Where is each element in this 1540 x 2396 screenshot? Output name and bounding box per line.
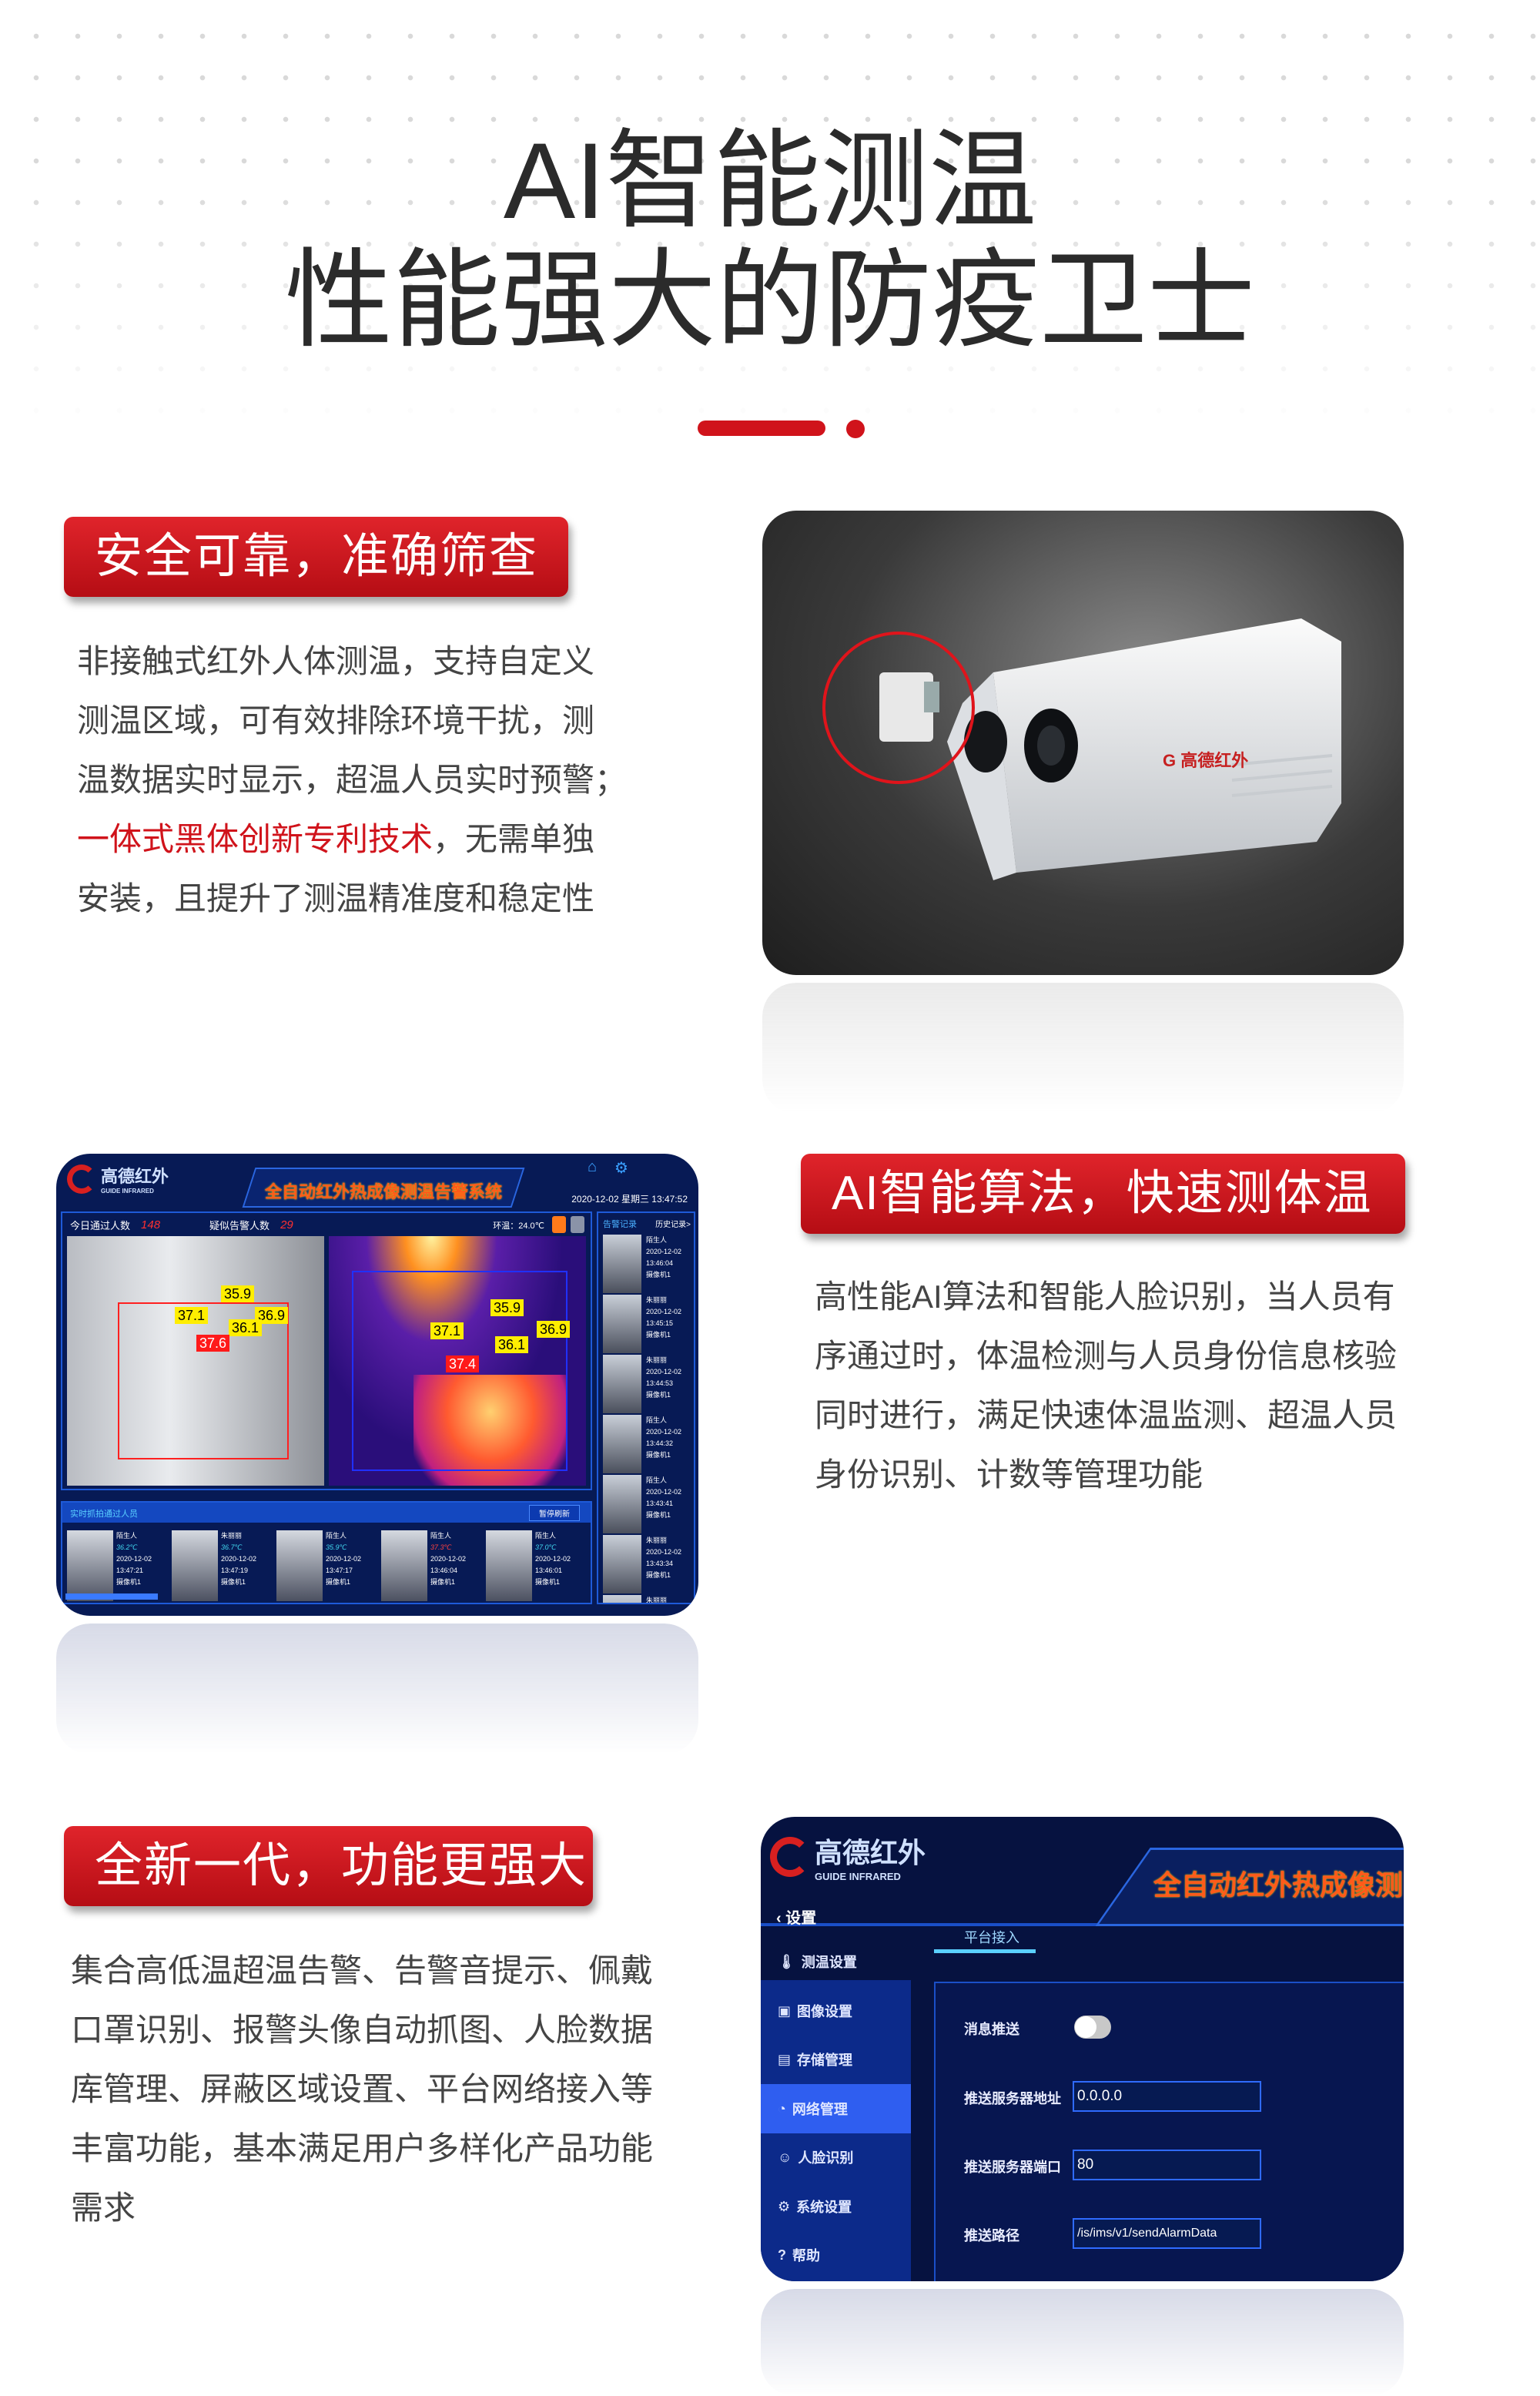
record-item[interactable]: 陌生人 2020-12-02 13:43:41 摄像机1 <box>603 1475 692 1533</box>
chevron-left-icon: ‹ <box>776 1910 786 1927</box>
decor-dot <box>846 420 865 438</box>
thermal-camera-feed: 35.9 37.1 36.9 36.1 37.4 <box>329 1236 586 1486</box>
push-label: 消息推送 <box>964 2022 1019 2037</box>
menu-item-network[interactable]: ◔ 网络管理 <box>761 2084 911 2133</box>
hero-title-line1: AI智能测温 <box>503 120 1037 241</box>
text-line: 温数据实时显示，超温人员实时预警； <box>77 762 628 798</box>
capture-item[interactable]: 陌生人 35.9℃ 2020-12-02 13:47:17 摄像机1 <box>276 1530 378 1601</box>
capture-title: 实时抓拍通过人员 <box>70 1510 138 1519</box>
capture-item[interactable]: 陌生人 37.3℃ 2020-12-02 13:46:04 摄像机1 <box>381 1530 483 1601</box>
text-line: 口罩识别、报警头像自动抓图、人脸数据 <box>71 2012 654 2048</box>
camera-logo: G 高德红外 <box>1163 751 1248 770</box>
capture-item[interactable]: 陌生人 36.2℃ 2020-12-02 13:47:21 摄像机1 <box>67 1530 169 1601</box>
server-port-label: 推送服务器端口 <box>964 2160 1061 2175</box>
menu-item-system[interactable]: ⚙ 系统设置 <box>761 2182 911 2231</box>
datetime: 2020-12-02 星期三 13:47:52 <box>571 1194 688 1205</box>
text-line: 安装，且提升了测温精准度和稳定性 <box>77 880 595 917</box>
capture-item[interactable]: 陌生人 37.0℃ 2020-12-02 13:46:01 摄像机1 <box>486 1530 588 1601</box>
capture-item[interactable]: 朱丽丽 36.7℃ 2020-12-02 13:47:19 摄像机1 <box>172 1530 273 1601</box>
camera-illustration: G 高德红外 <box>822 618 1341 880</box>
menu-item-help[interactable]: ? 帮助 <box>761 2230 911 2280</box>
live-panel: 今日通过人数 148 疑似告警人数 29 环温：24.0℃ 35.9 37.1 36… <box>61 1211 592 1490</box>
visible-camera-feed: 35.9 37.1 36.9 36.1 37.6 <box>67 1236 324 1486</box>
thermometer-icon: 🌡 <box>778 1953 795 1969</box>
storage-icon: ▤ <box>778 2051 792 2067</box>
menu-item-storage[interactable]: ▤ 存储管理 <box>761 2035 911 2084</box>
settings-reflection <box>761 2289 1404 2396</box>
stats-row: 今日通过人数 148 疑似告警人数 29 <box>70 1218 293 1232</box>
push-path-label: 推送路径 <box>964 2228 1019 2244</box>
thermal-dashboard-screenshot: 高德红外 GUIDE INFRARED 全自动红外热成像测温告警系统 ⌂ ⚙ 20… <box>56 1154 698 1616</box>
text-line: 序通过时，体温检测与人员身份信息核验 <box>815 1338 1398 1374</box>
server-address-input[interactable] <box>1073 2081 1261 2112</box>
push-path-input[interactable] <box>1073 2218 1261 2249</box>
settings-logo: 高德红外 GUIDE INFRARED <box>770 1831 926 1882</box>
thermometer-icon[interactable] <box>552 1216 566 1233</box>
text-line: 丰富功能，基本满足用户多样化产品功能 <box>71 2130 654 2166</box>
tab-platform-access[interactable]: 平台接入 <box>964 1925 1019 1951</box>
text-line: 身份识别、计数等管理功能 <box>815 1456 1204 1493</box>
text-line: 同时进行，满足快速体温监测、超温人员 <box>815 1397 1398 1433</box>
text-line: 集合高低温超温告警、告警音提示、佩戴 <box>71 1952 654 1989</box>
record-item[interactable]: 朱丽丽 2020-12-02 13:44:53 摄像机1 <box>603 1355 692 1413</box>
section1-text: 非接触式红外人体测温，支持自定义 测温区域，可有效排除环境干扰，测 温数据实时显… <box>77 632 627 928</box>
home-icon[interactable]: ⌂ <box>588 1158 597 1176</box>
record-item[interactable]: 陌生人 2020-12-02 13:44:32 摄像机1 <box>603 1415 692 1473</box>
gear-icon[interactable]: ⚙ <box>614 1158 628 1178</box>
push-toggle[interactable] <box>1074 2016 1111 2039</box>
record-item[interactable]: 朱丽丽 2020-12-02 13:43:34 摄像机1 <box>603 1535 692 1593</box>
text-line: 需求 <box>71 2190 136 2226</box>
network-icon: ◔ <box>778 2100 786 2116</box>
settings-back[interactable]: ‹ 设置 <box>776 1906 816 1931</box>
image-icon: ▣ <box>778 2002 792 2019</box>
text-line: 高性能AI算法和智能人脸识别，当人员有 <box>815 1278 1395 1315</box>
tab-alarm-records[interactable]: 告警记录 <box>603 1218 637 1230</box>
pause-refresh-button[interactable]: 暂停刷新 <box>529 1505 580 1521</box>
camera-reflection <box>762 983 1404 1114</box>
server-address-label: 推送服务器地址 <box>964 2091 1061 2106</box>
highlight-text: 一体式黑体创新专利技术 <box>77 821 434 857</box>
alarm-records-panel: 告警记录 历史记录> 陌生人 2020-12-02 13:46:04 摄像机1 朱丽丽… <box>597 1211 695 1604</box>
capture-strip: 实时抓拍通过人员 暂停刷新 陌生人 36.2℃ 2020-12-02 13:47:21… <box>61 1501 592 1604</box>
text-line: 库管理、屏蔽区域设置、平台网络接入等 <box>71 2071 654 2107</box>
dashboard-logo: 高德红外 GUIDE INFRARED <box>67 1163 169 1195</box>
text-line: 一体式黑体创新专利技术，无需单独 <box>77 821 595 857</box>
camera-product-image: G 高德红外 <box>762 511 1404 975</box>
section2-badge: AI智能算法，快速测体温 <box>801 1154 1405 1234</box>
menu-item-face[interactable]: ☺ 人脸识别 <box>761 2133 911 2182</box>
text-line: 非接触式红外人体测温，支持自定义 <box>77 643 595 679</box>
help-icon: ? <box>778 2247 786 2263</box>
record-item[interactable]: 朱丽丽 2020-12-02 13:45:15 摄像机1 <box>603 1295 692 1353</box>
tab-history[interactable]: 历史记录> <box>655 1218 691 1229</box>
text-line: 测温区域，可有效排除环境干扰，测 <box>77 702 595 739</box>
section1-badge: 安全可靠，准确筛查 <box>64 517 568 597</box>
capture-scrollbar[interactable] <box>65 1593 158 1600</box>
settings-title: 全自动红外热成像测 <box>1153 1869 1404 1901</box>
section3-text: 集合高低温超温告警、告警音提示、佩戴 口罩识别、报警头像自动抓图、人脸数据 库管… <box>71 1941 653 2237</box>
menu-item-temperature[interactable]: 🌡 测温设置 <box>761 1937 911 1986</box>
section2-text: 高性能AI算法和智能人脸识别，当人员有 序通过时，体温检测与人员身份信息核验 同… <box>815 1267 1397 1504</box>
menu-item-image[interactable]: ▣ 图像设置 <box>761 1986 911 2036</box>
gear-icon: ⚙ <box>778 2198 791 2214</box>
alarm-count: 29 <box>280 1218 293 1232</box>
dashboard-reflection <box>56 1624 698 1754</box>
face-icon: ☺ <box>778 2149 792 2165</box>
server-port-input[interactable] <box>1073 2150 1261 2180</box>
record-item[interactable]: 朱丽丽 <box>603 1595 692 1603</box>
section3-badge: 全新一代，功能更强大 <box>64 1826 593 1906</box>
passed-count: 148 <box>141 1218 161 1232</box>
dashboard-title: 全自动红外热成像测温告警系统 <box>264 1182 502 1201</box>
ambient-temp: 环温：24.0℃ <box>493 1221 544 1231</box>
list-icon[interactable] <box>571 1216 584 1233</box>
tab-underline <box>934 1949 1036 1953</box>
decor-bar <box>698 421 825 436</box>
settings-screenshot: 高德红外 GUIDE INFRARED 全自动红外热成像测 ‹ 设置 🌡 测温设置 … <box>761 1817 1404 2281</box>
record-item[interactable]: 陌生人 2020-12-02 13:46:04 摄像机1 <box>603 1235 692 1293</box>
hero-title-line2: 性能强大的防疫卫士 <box>284 240 1255 360</box>
